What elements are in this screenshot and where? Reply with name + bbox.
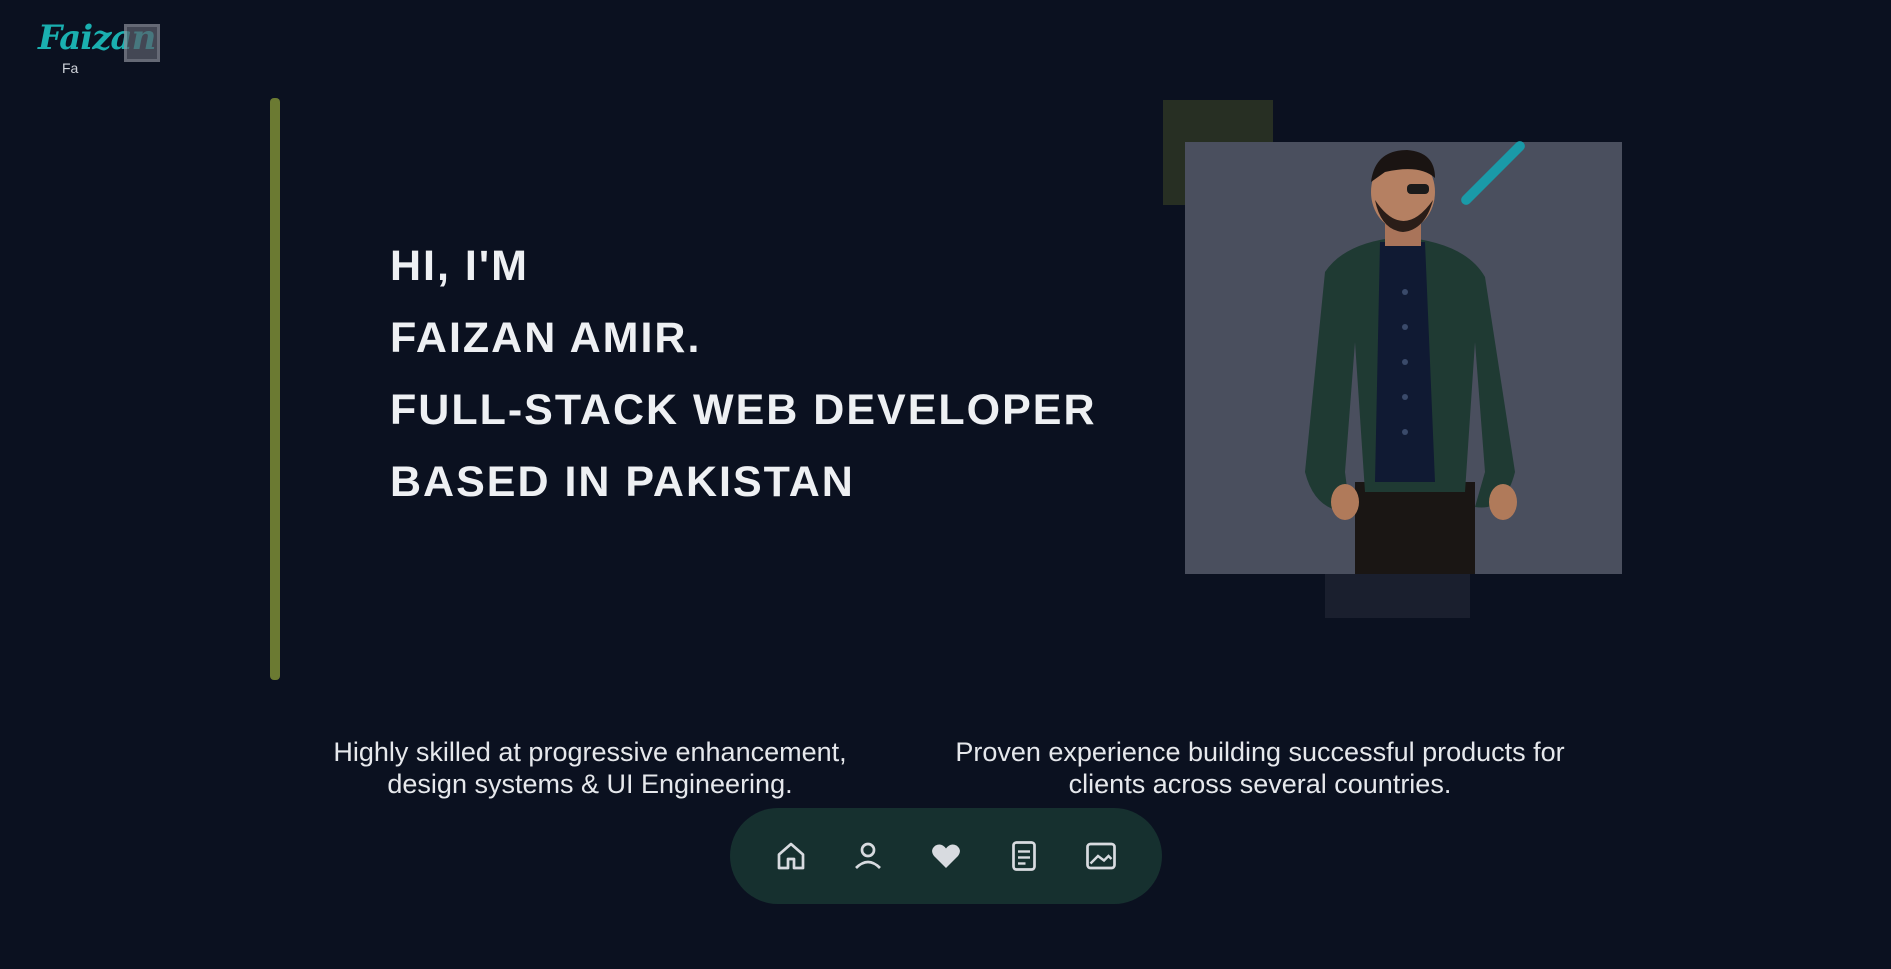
description-skills: Highly skilled at progressive enhancemen… <box>333 737 847 799</box>
hero-line-greeting: HI, I'M <box>390 242 529 290</box>
decorative-bar <box>1325 574 1470 618</box>
nav-projects-button[interactable] <box>1073 828 1129 884</box>
vertical-accent-line <box>270 98 280 680</box>
user-icon <box>855 842 882 869</box>
hero-line-role: FULL-STACK WEB DEVELOPER <box>390 386 1097 434</box>
description-experience: Proven experience building successful pr… <box>955 737 1565 799</box>
home-icon <box>777 842 805 870</box>
profile-photo <box>1185 142 1622 574</box>
site-logo[interactable]: Faizan Fa <box>34 14 174 82</box>
nav-skills-button[interactable] <box>918 828 974 884</box>
hero-heading: HI, I'M FAIZAN AMIR. FULL-STACK WEB DEVE… <box>390 230 1097 518</box>
logo-mark <box>124 24 160 62</box>
hero-line-name: FAIZAN AMIR. <box>390 314 702 362</box>
nav-about-button[interactable] <box>840 828 896 884</box>
nav-home-button[interactable] <box>763 828 819 884</box>
logo-sub-text: Fa <box>62 60 79 76</box>
portrait-illustration <box>1305 150 1517 574</box>
nav-resume-button[interactable] <box>996 828 1052 884</box>
page: Faizan Fa HI, I'M FAIZAN AMIR. FULL-STAC… <box>0 0 1891 969</box>
document-icon <box>1011 841 1036 871</box>
hero-line-location: BASED IN PAKISTAN <box>390 458 855 506</box>
bottom-nav-dock <box>730 808 1162 904</box>
image-icon <box>1086 842 1117 870</box>
heart-icon <box>932 844 960 868</box>
